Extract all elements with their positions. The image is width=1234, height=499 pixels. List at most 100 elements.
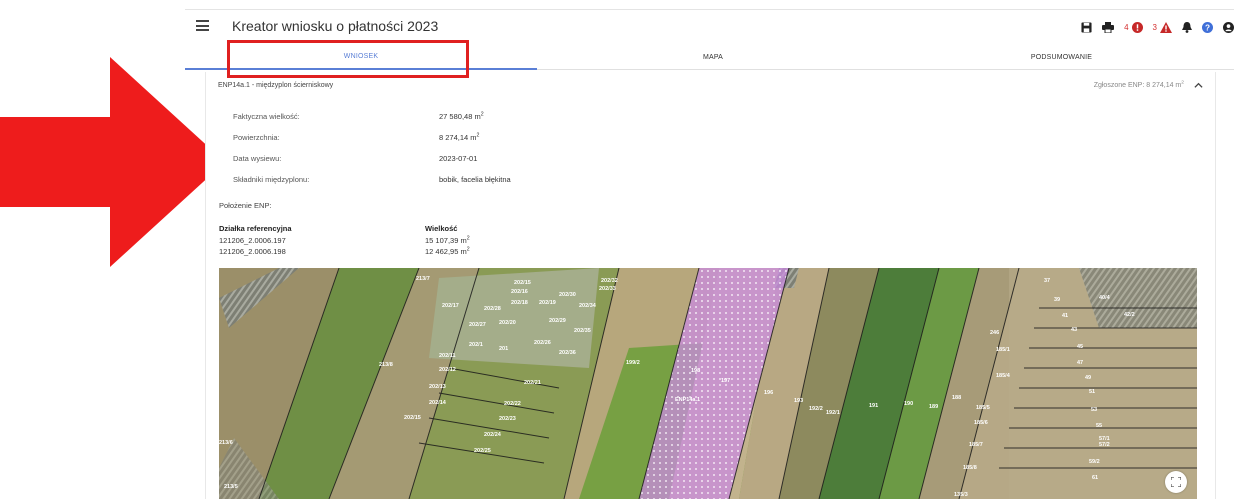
parcel-label: 202/32 [601, 278, 618, 284]
parcel-label: 192/1 [826, 410, 840, 416]
field-value: 2023-07-01 [439, 154, 478, 163]
parcel-label: 202/35 [574, 328, 591, 334]
parcel-label: 202/12 [439, 367, 456, 373]
parcel-label: 193 [794, 398, 803, 404]
parcel-label: 202/13 [429, 384, 446, 390]
parcel-label: 199/2 [626, 360, 640, 366]
enp-panel: ENP14a.1 - międzyplon ścierniskowy Zgłos… [205, 72, 1216, 499]
table-cell-size: 15 107,39 m2 [425, 235, 470, 245]
parcel-label: 185/6 [974, 420, 988, 426]
field-label: Faktyczna wielkość: [233, 112, 300, 121]
parcel-label: 202/19 [539, 300, 556, 306]
print-icon[interactable] [1102, 21, 1115, 33]
parcel-label: 49 [1085, 375, 1091, 381]
table-cell-parcel: 121206_2.0006.197 [219, 236, 286, 245]
panel-summary[interactable]: Zgłoszone ENP: 8 274,14 m2 [1094, 81, 1203, 90]
parcel-label: 185/4 [996, 373, 1011, 379]
parcel-label: ENP14a.1 [675, 397, 700, 403]
parcel-label: 192/2 [809, 406, 823, 412]
parcel-label: 47 [1077, 360, 1083, 366]
account-icon[interactable] [1223, 21, 1234, 33]
menu-icon[interactable] [196, 20, 209, 31]
tab-podsumowanie[interactable]: PODSUMOWANIE [889, 44, 1234, 70]
parcel-map[interactable]: 213/7 202/15 202/16 202/32 202/33 202/17 202/1… [219, 268, 1197, 499]
parcel-label: 197 [721, 378, 730, 384]
parcel-label: 190 [904, 401, 913, 407]
table-header: Wielkość [425, 224, 458, 233]
parcel-label: 202/25 [474, 448, 491, 454]
parcel-label: 53 [1091, 407, 1097, 413]
parcel-label: 41 [1062, 313, 1068, 319]
parcel-label: 185/5 [976, 405, 990, 411]
parcel-label: 196 [764, 390, 773, 396]
highlight-box-annotation [227, 40, 469, 78]
fullscreen-icon[interactable] [1165, 471, 1187, 493]
parcel-label: 61 [1092, 475, 1098, 481]
parcel-label: 51 [1089, 389, 1095, 395]
parcel-label: 202/24 [484, 432, 502, 438]
panel-title: ENP14a.1 - międzyplon ścierniskowy [218, 82, 334, 89]
parcel-label: 202/28 [484, 306, 501, 312]
help-icon[interactable]: ? [1202, 21, 1213, 33]
parcel-label: 202/33 [599, 286, 616, 292]
bell-icon[interactable] [1182, 21, 1192, 33]
parcel-label: 202/21 [524, 380, 541, 386]
location-title: Położenie ENP: [219, 201, 272, 210]
parcel-label: 202/30 [559, 292, 576, 298]
table-cell-size: 12 462,95 m2 [425, 246, 470, 256]
parcel-label: 40/4 [1099, 295, 1111, 301]
parcel-label: 213/8 [379, 362, 393, 368]
header-toolbar: 4 3 ? [1071, 18, 1234, 36]
parcel-label: 201 [499, 346, 508, 352]
parcel-label: 202/15 [514, 280, 531, 286]
parcel-label: 202/26 [534, 340, 551, 346]
parcel-label: 59/2 [1089, 459, 1100, 465]
parcel-label: 202/22 [504, 401, 521, 407]
parcel-label: 185/7 [969, 442, 983, 448]
field-value: 8 274,14 m2 [439, 132, 480, 142]
parcel-label: 42/2 [1124, 312, 1135, 318]
parcel-label: 185/8 [963, 465, 977, 471]
table-cell-parcel: 121206_2.0006.198 [219, 247, 286, 256]
parcel-label: 202/15 [404, 415, 421, 421]
parcel-label: 39 [1054, 297, 1060, 303]
page-title: Kreator wniosku o płatności 2023 [232, 18, 439, 34]
parcel-label: 135/3 [954, 492, 968, 498]
parcel-label: 202/1 [469, 342, 483, 348]
parcel-label: 189 [929, 404, 938, 410]
chevron-up-icon[interactable] [1194, 81, 1203, 90]
parcel-label: 43 [1071, 327, 1077, 333]
parcel-label: 246 [990, 330, 999, 336]
parcel-label: 191 [869, 403, 878, 409]
parcel-label: 202/20 [499, 320, 516, 326]
error-indicator[interactable]: 4 [1124, 21, 1143, 33]
map-canvas[interactable]: 213/7 202/15 202/16 202/32 202/33 202/17 202/1… [219, 268, 1197, 499]
warning-icon [1160, 21, 1172, 33]
parcel-label: 202/14 [429, 400, 447, 406]
save-icon[interactable] [1081, 21, 1092, 33]
parcel-label: 57/2 [1099, 442, 1110, 448]
parcel-label: 202/23 [499, 416, 516, 422]
field-value: bobik, facelia błękitna [439, 175, 511, 184]
parcel-label: 37 [1044, 278, 1050, 284]
parcel-label: 45 [1077, 344, 1083, 350]
parcel-label: 202/18 [511, 300, 528, 306]
parcel-label: 213/6 [219, 440, 233, 446]
application: Kreator wniosku o płatności 2023 4 3 ? W… [185, 0, 1234, 499]
tab-mapa[interactable]: MAPA [537, 44, 889, 70]
field-label: Powierzchnia: [233, 133, 280, 142]
parcel-label: 198 [691, 368, 700, 374]
parcel-label: 202/17 [442, 303, 459, 309]
declared-enp: Zgłoszone ENP: 8 274,14 m2 [1093, 80, 1184, 89]
warning-count: 3 [1152, 22, 1157, 32]
field-value: 27 580,48 m2 [439, 111, 484, 121]
field-label: Składniki międzyplonu: [233, 175, 310, 184]
parcel-label: 213/7 [416, 276, 430, 282]
parcel-label: 202/27 [469, 322, 486, 328]
svg-text:?: ? [1205, 23, 1210, 32]
error-icon [1131, 21, 1143, 33]
field-label: Data wysiewu: [233, 154, 282, 163]
error-count: 4 [1124, 22, 1129, 32]
warning-indicator[interactable]: 3 [1152, 21, 1172, 33]
parcel-label: 202/34 [579, 303, 597, 309]
